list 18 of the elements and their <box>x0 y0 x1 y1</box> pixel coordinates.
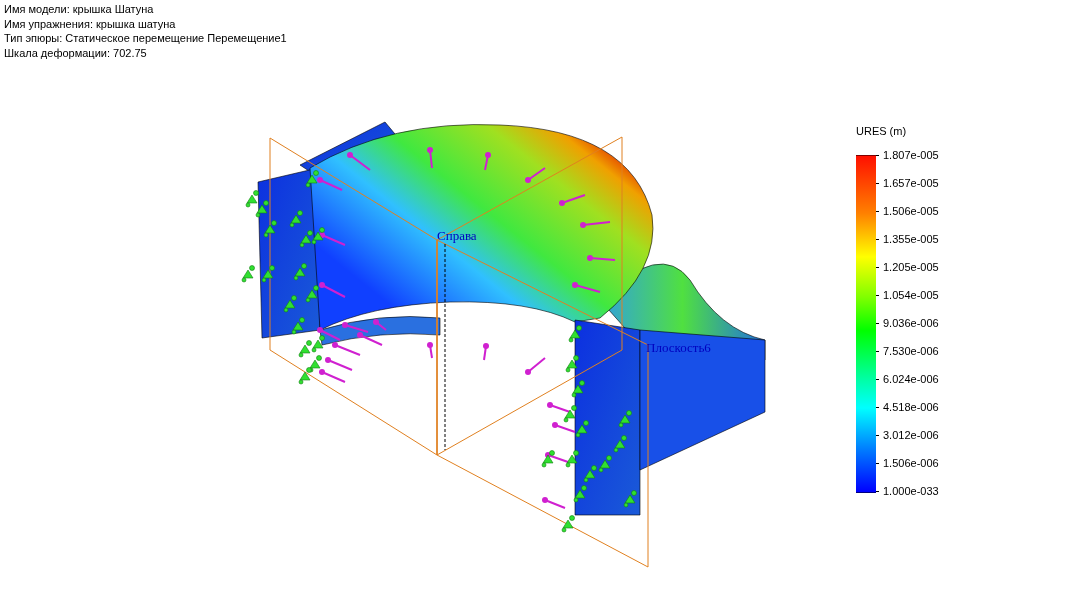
scale-value: 1.657e-005 <box>883 177 939 189</box>
scale-value: 1.506e-005 <box>883 205 939 217</box>
info-line: Шкала деформации: 702.75 <box>4 45 147 60</box>
scale-value: 1.355e-005 <box>883 233 939 245</box>
info-line: Имя модели: крышка Шатуна <box>4 2 154 17</box>
scale-value: 1.807e-005 <box>883 149 939 161</box>
scale-value: 6.024e-006 <box>883 373 939 385</box>
scale-value: 7.530e-006 <box>883 345 939 357</box>
info-line: Имя упражнения: крышка шатуна <box>4 16 176 31</box>
info-line: Тип эпюры: Статическое перемещение Перемещение1 <box>4 31 287 46</box>
legend-title: URES (m) <box>856 125 907 137</box>
scale-value: 1.506e-006 <box>883 457 939 469</box>
scale-value: 1.000e-033 <box>883 485 939 497</box>
scale-value: 1.205e-005 <box>883 261 939 273</box>
scale-value: 3.012e-006 <box>883 429 939 441</box>
scale-value: 1.054e-005 <box>883 289 939 301</box>
scale-value: 9.036e-006 <box>883 317 939 329</box>
scale-value: 4.518e-006 <box>883 401 939 413</box>
